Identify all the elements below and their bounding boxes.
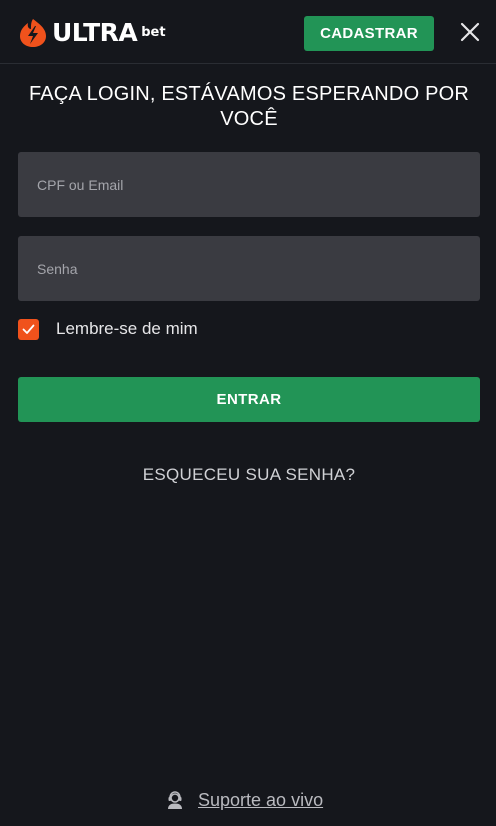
page-title: FAÇA LOGIN, ESTÁVAMOS ESPERANDO POR VOCÊ [28,83,470,130]
close-button[interactable] [458,20,482,44]
logo-subtext: bet [141,24,166,40]
headset-agent-icon [168,791,182,809]
support-link[interactable]: Suporte ao vivo [198,790,323,811]
signup-button[interactable]: CADASTRAR [304,16,434,51]
check-icon [22,324,35,334]
close-icon [460,22,480,42]
header: ULTRA bet CADASTRAR [0,0,496,64]
login-page: ULTRA bet CADASTRAR FAÇA LOGIN, ESTÁVAMO… [0,0,496,826]
login-button[interactable]: ENTRAR [18,377,480,422]
forgot-password-link[interactable]: ESQUECEU SUA SENHA? [18,465,480,485]
remember-checkbox[interactable] [18,318,39,340]
logo-wordmark: ULTRA [52,18,138,47]
lightning-flame-icon [20,19,46,47]
live-support[interactable]: Suporte ao vivo [165,788,323,812]
cpf-email-input[interactable] [18,152,480,217]
remember-label: Lembre-se de mim [56,319,198,338]
password-input[interactable] [18,236,480,301]
logo[interactable]: ULTRA bet [18,18,166,48]
remember-me[interactable]: Lembre-se de mim [18,318,198,340]
